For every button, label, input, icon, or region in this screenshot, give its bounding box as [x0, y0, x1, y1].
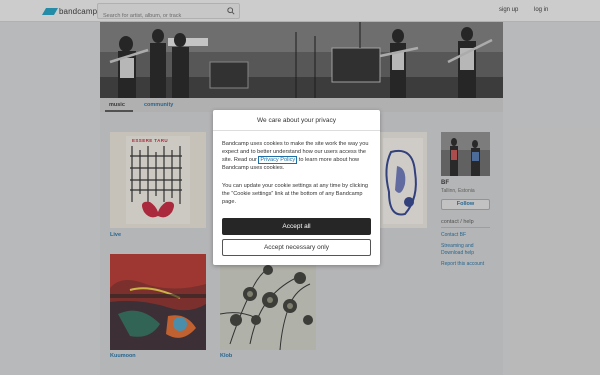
privacy-policy-link[interactable]: Privacy Policy [258, 156, 298, 164]
dialog-divider [213, 130, 380, 131]
accept-necessary-button[interactable]: Accept necessary only [222, 239, 371, 256]
cookie-settings-note: You can update your cookie settings at a… [222, 183, 368, 205]
cookie-explanation: Bandcamp uses cookies to make the site w… [222, 140, 374, 172]
accept-all-button[interactable]: Accept all [222, 218, 371, 235]
cookie-consent-dialog: We care about your privacy Bandcamp uses… [213, 110, 380, 265]
dialog-title: We care about your privacy [257, 117, 336, 124]
